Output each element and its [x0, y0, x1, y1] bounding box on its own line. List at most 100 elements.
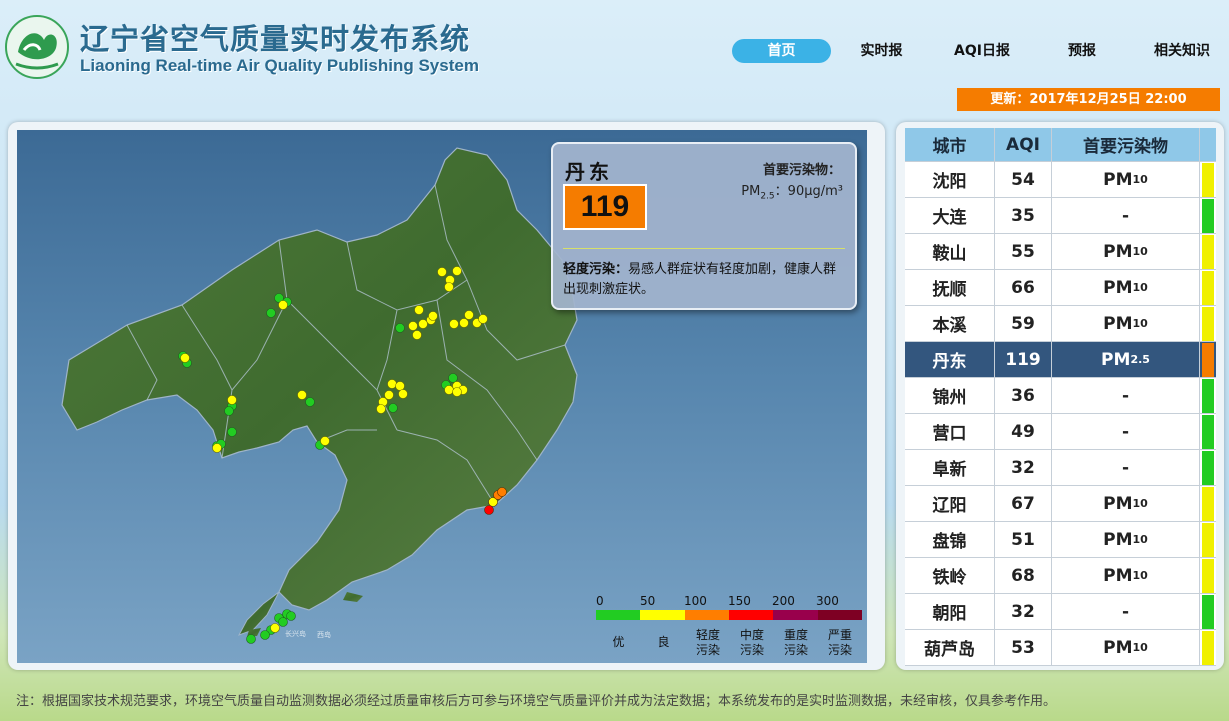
nav-knowledge[interactable]: 相关知识: [1132, 39, 1229, 63]
header-pollutant: 首要污染物: [1052, 128, 1200, 161]
aqi-level-swatch: [1202, 559, 1214, 593]
table-row[interactable]: 本溪 59 PM 10: [905, 306, 1216, 342]
info-aqi-value: 119: [563, 184, 647, 230]
header-aqi: AQI: [995, 128, 1052, 161]
nav-forecast[interactable]: 预报: [1032, 39, 1132, 63]
city-info-panel: 丹东 119 首要污染物： PM2.5：90μg/m³ 轻度污染：易感人群症状有…: [551, 142, 857, 310]
cell-pollutant: PM 10: [1052, 234, 1200, 269]
map-label-changxing: 长兴岛: [285, 629, 306, 638]
cell-city: 锦州: [905, 378, 995, 413]
update-time: 更新：2017年12月25日 22:00: [957, 88, 1220, 111]
aqi-level-swatch: [1202, 595, 1214, 629]
table-row[interactable]: 丹东 119 PM 2.5: [905, 342, 1216, 378]
legend-tick: 200: [772, 594, 795, 608]
table-row[interactable]: 盘锦 51 PM 10: [905, 522, 1216, 558]
cell-city: 鞍山: [905, 234, 995, 269]
legend-level: 重度污染: [783, 628, 808, 657]
cell-aqi: 59: [995, 306, 1052, 341]
legend-swatch-moderate: [640, 610, 685, 620]
cell-pollutant: -: [1052, 198, 1200, 233]
table-row[interactable]: 朝阳 32-: [905, 594, 1216, 630]
table-row[interactable]: 营口 49-: [905, 414, 1216, 450]
nav-realtime[interactable]: 实时报: [831, 39, 932, 63]
table-row[interactable]: 抚顺 66 PM 10: [905, 270, 1216, 306]
main-nav: 首页 实时报 AQI日报 预报 相关知识: [732, 39, 1229, 63]
cell-city: 抚顺: [905, 270, 995, 305]
cell-aqi: 67: [995, 486, 1052, 521]
legend-level: 严重污染: [827, 628, 852, 657]
cell-pollutant: PM 10: [1052, 558, 1200, 593]
legend-tick: 100: [684, 594, 707, 608]
liaoning-landmass: [61, 147, 578, 611]
cell-aqi: 36: [995, 378, 1052, 413]
cell-pollutant: PM 10: [1052, 522, 1200, 557]
cell-pollutant: -: [1052, 594, 1200, 629]
info-divider: [563, 248, 845, 249]
legend-tick: 0: [596, 594, 604, 608]
legend-level: 轻度污染: [695, 628, 720, 657]
header-city: 城市: [905, 128, 995, 161]
table-row[interactable]: 葫芦岛 53 PM 10: [905, 630, 1216, 666]
nav-aqi-daily[interactable]: AQI日报: [932, 39, 1032, 63]
map-label-xidao: 西岛: [317, 630, 331, 639]
cell-pollutant: PM 10: [1052, 306, 1200, 341]
logo-icon: [5, 15, 69, 79]
cell-aqi: 53: [995, 630, 1052, 665]
cell-aqi: 32: [995, 450, 1052, 485]
nav-home[interactable]: 首页: [732, 39, 831, 63]
table-body: 沈阳 54 PM 10 大连 35- 鞍山 55 PM 10 抚顺 66 PM 10 本溪 59 PM 10 丹东 1…: [905, 162, 1216, 666]
aqi-level-swatch: [1202, 487, 1214, 521]
legend-tick: 50: [640, 594, 656, 608]
cell-city: 丹东: [905, 342, 995, 377]
disclaimer-note: 注：根据国家技术规范要求，环境空气质量自动监测数据必须经过质量审核后方可参与环境…: [16, 694, 1057, 709]
aqi-level-swatch: [1202, 523, 1214, 557]
cell-city: 盘锦: [905, 522, 995, 557]
legend-swatch-heavy: [773, 610, 818, 620]
table-row[interactable]: 辽阳 67 PM 10: [905, 486, 1216, 522]
aqi-level-swatch: [1202, 415, 1214, 449]
table-row[interactable]: 铁岭 68 PM 10: [905, 558, 1216, 594]
info-pollutant-value: PM2.5：90μg/m³: [741, 184, 843, 202]
table-row[interactable]: 沈阳 54 PM 10: [905, 162, 1216, 198]
cell-city: 辽阳: [905, 486, 995, 521]
aqi-level-swatch: [1202, 343, 1214, 377]
cell-pollutant: PM 10: [1052, 162, 1200, 197]
info-description: 轻度污染：易感人群症状有轻度加剧，健康人群出现刺激症状。: [563, 260, 847, 300]
table-row[interactable]: 鞍山 55 PM 10: [905, 234, 1216, 270]
cell-city: 大连: [905, 198, 995, 233]
cell-pollutant: PM 10: [1052, 630, 1200, 665]
table-row[interactable]: 大连 35-: [905, 198, 1216, 234]
cell-pollutant: PM 2.5: [1052, 342, 1200, 377]
aqi-level-swatch: [1202, 235, 1214, 269]
cell-aqi: 54: [995, 162, 1052, 197]
cell-city: 朝阳: [905, 594, 995, 629]
legend-tick: 150: [728, 594, 751, 608]
cell-city: 本溪: [905, 306, 995, 341]
aqi-level-swatch: [1202, 271, 1214, 305]
legend-level: 优: [612, 635, 625, 649]
cell-pollutant: PM 10: [1052, 486, 1200, 521]
legend-swatch-severe: [817, 610, 862, 620]
legend-swatch-medium: [728, 610, 774, 620]
site-subtitle: Liaoning Real-time Air Quality Publishin…: [80, 56, 479, 75]
cell-pollutant: -: [1052, 450, 1200, 485]
cell-pollutant: -: [1052, 414, 1200, 449]
table-row[interactable]: 锦州 36-: [905, 378, 1216, 414]
cell-aqi: 119: [995, 342, 1052, 377]
cell-aqi: 49: [995, 414, 1052, 449]
cell-aqi: 35: [995, 198, 1052, 233]
cell-aqi: 66: [995, 270, 1052, 305]
aqi-level-swatch: [1202, 379, 1214, 413]
aqi-level-swatch: [1202, 451, 1214, 485]
aqi-level-swatch: [1202, 199, 1214, 233]
cell-aqi: 68: [995, 558, 1052, 593]
legend-swatch-good: [596, 610, 641, 620]
info-pollutant-label: 首要污染物：: [762, 163, 841, 178]
cell-aqi: 55: [995, 234, 1052, 269]
legend-ticks: 0 50 100 150 200 300: [596, 594, 862, 610]
legend-level: 良: [657, 635, 670, 649]
legend-swatch-light: [684, 610, 729, 620]
cell-pollutant: -: [1052, 378, 1200, 413]
info-level: 轻度污染：: [563, 262, 629, 277]
table-row[interactable]: 阜新 32-: [905, 450, 1216, 486]
